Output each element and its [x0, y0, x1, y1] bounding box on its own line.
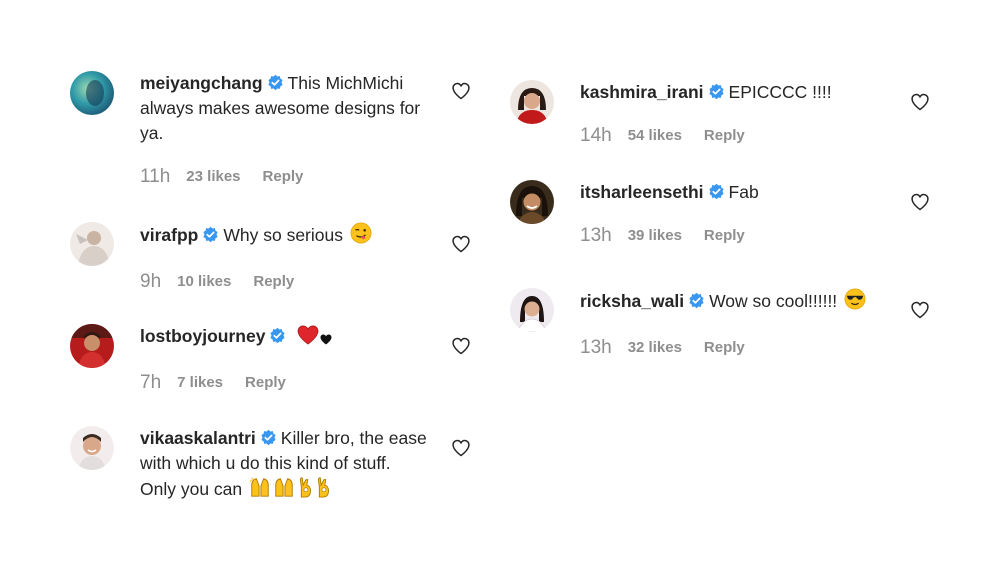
- avatar[interactable]: [510, 288, 554, 332]
- avatar[interactable]: [70, 324, 114, 368]
- username-link[interactable]: lostboyjourney: [140, 326, 265, 346]
- username-link[interactable]: vikaaskalantri: [140, 428, 256, 448]
- heart-outline-icon[interactable]: [451, 438, 471, 458]
- red-heart-emoji: [297, 325, 319, 352]
- timestamp[interactable]: 13h: [580, 225, 612, 246]
- username-link[interactable]: virafpp: [140, 225, 198, 245]
- username-link[interactable]: kashmira_irani: [580, 82, 704, 102]
- comment-meta: 13h 39 likes Reply: [580, 223, 870, 248]
- verified-badge-icon: [202, 225, 219, 243]
- avatar[interactable]: [510, 80, 554, 124]
- comment-body: ricksha_wali Wow so cool!!!!!! 13h 32 like…: [580, 288, 870, 360]
- comment-meta: 7h 7 likes Reply: [140, 370, 430, 395]
- timestamp[interactable]: 13h: [580, 337, 612, 358]
- reply-button[interactable]: Reply: [253, 273, 294, 290]
- sunglasses-face-emoji: [844, 288, 866, 317]
- comments-page: meiyangchang This MichMichi always makes …: [0, 0, 1000, 565]
- timestamp[interactable]: 11h: [140, 166, 170, 187]
- likes-count[interactable]: 10 likes: [177, 273, 231, 290]
- reply-button[interactable]: Reply: [245, 374, 286, 391]
- verified-badge-icon: [708, 82, 725, 100]
- heart-outline-icon[interactable]: [910, 92, 930, 112]
- username-link[interactable]: meiyangchang: [140, 73, 263, 93]
- reply-button[interactable]: Reply: [704, 127, 745, 144]
- heart-outline-icon[interactable]: [451, 234, 471, 254]
- ok-hand-emoji: [315, 476, 331, 505]
- comment-body: lostboyjourney 7h 7 likes Reply: [140, 324, 430, 395]
- username-link[interactable]: ricksha_wali: [580, 291, 684, 311]
- likes-count[interactable]: 23 likes: [186, 168, 240, 185]
- timestamp[interactable]: 9h: [140, 271, 161, 292]
- likes-count[interactable]: 32 likes: [628, 339, 682, 356]
- reply-button[interactable]: Reply: [263, 168, 304, 185]
- likes-count[interactable]: 39 likes: [628, 227, 682, 244]
- likes-count[interactable]: 54 likes: [628, 127, 682, 144]
- verified-badge-icon: [688, 291, 705, 309]
- comment-meta: 13h 32 likes Reply: [580, 335, 870, 360]
- comment-body: itsharleensethi Fab 13h 39 likes Reply: [580, 180, 870, 248]
- heart-outline-icon[interactable]: [910, 192, 930, 212]
- comment-body: kashmira_irani EPICCCC !!!! 14h 54 likes Re…: [580, 80, 870, 148]
- comment-text: Fab: [728, 182, 759, 202]
- verified-badge-icon: [260, 428, 277, 446]
- timestamp[interactable]: 7h: [140, 372, 161, 393]
- winking-tongue-emoji: [350, 222, 372, 251]
- comment-meta: 11h 23 likes Reply: [140, 164, 430, 189]
- heart-outline-icon[interactable]: [451, 336, 471, 356]
- raising-hands-emoji: [273, 476, 295, 505]
- comment-text: Why so serious: [223, 225, 343, 245]
- ok-hand-emoji: [297, 476, 313, 505]
- heart-outline-icon[interactable]: [910, 300, 930, 320]
- heart-outline-icon[interactable]: [451, 81, 471, 101]
- raising-hands-emoji: [249, 476, 271, 505]
- timestamp[interactable]: 14h: [580, 125, 612, 146]
- comment-body: vikaaskalantri Killer bro, the ease with …: [140, 426, 430, 505]
- likes-count[interactable]: 7 likes: [177, 374, 223, 391]
- comment-meta: 9h 10 likes Reply: [140, 269, 430, 294]
- comment-text: Wow so cool!!!!!!: [709, 291, 838, 311]
- avatar[interactable]: [70, 71, 114, 115]
- black-heart-emoji: [320, 327, 332, 352]
- verified-badge-icon: [708, 182, 725, 200]
- verified-badge-icon: [267, 73, 284, 91]
- avatar[interactable]: [70, 426, 114, 470]
- username-link[interactable]: itsharleensethi: [580, 182, 704, 202]
- comment-body: virafpp Why so serious 9h 10 likes Reply: [140, 222, 430, 294]
- avatar[interactable]: [70, 222, 114, 266]
- avatar[interactable]: [510, 180, 554, 224]
- comment-meta: 14h 54 likes Reply: [580, 123, 870, 148]
- reply-button[interactable]: Reply: [704, 339, 745, 356]
- comment-body: meiyangchang This MichMichi always makes …: [140, 71, 430, 189]
- verified-badge-icon: [269, 326, 286, 344]
- reply-button[interactable]: Reply: [704, 227, 745, 244]
- comment-text: EPICCCC !!!!: [728, 82, 832, 102]
